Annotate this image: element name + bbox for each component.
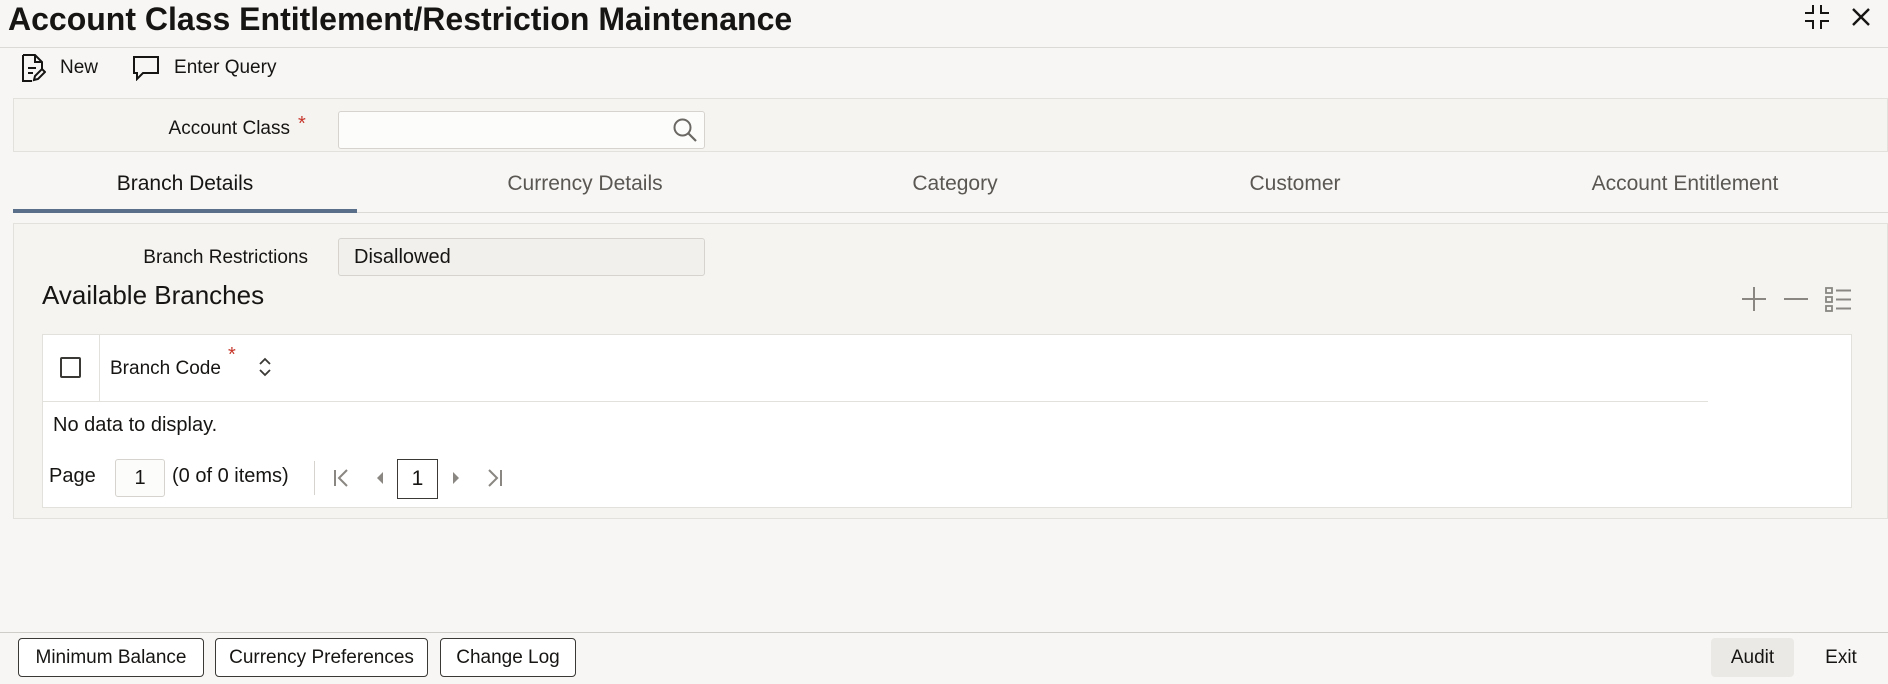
new-button-label: New bbox=[60, 57, 99, 78]
table-header-row bbox=[42, 334, 1708, 402]
minimum-balance-button[interactable]: Minimum Balance bbox=[18, 638, 204, 677]
chevron-left-icon bbox=[377, 472, 383, 484]
branch-restrictions-field[interactable]: Disallowed bbox=[338, 238, 705, 276]
active-tab-indicator bbox=[13, 209, 357, 213]
account-class-search-button[interactable] bbox=[671, 116, 699, 144]
currency-preferences-button[interactable]: Currency Preferences bbox=[215, 638, 428, 677]
last-page-button[interactable] bbox=[482, 466, 506, 490]
minus-icon bbox=[1784, 298, 1808, 300]
title-divider bbox=[0, 47, 1888, 48]
first-page-icon bbox=[334, 469, 348, 487]
item-count: (0 of 0 items) bbox=[172, 465, 289, 487]
chevron-right-icon bbox=[453, 472, 459, 484]
single-record-view-button[interactable] bbox=[1824, 284, 1852, 314]
sort-icon bbox=[259, 357, 271, 377]
tab-branch-details[interactable]: Branch Details bbox=[13, 172, 357, 210]
delete-row-button[interactable] bbox=[1782, 284, 1810, 314]
list-view-icon bbox=[1825, 287, 1851, 312]
exit-button[interactable]: Exit bbox=[1800, 638, 1882, 677]
required-marker: * bbox=[298, 113, 306, 135]
column-header-branch-code[interactable]: Branch Code bbox=[110, 358, 221, 380]
page-number-input[interactable]: 1 bbox=[115, 459, 165, 497]
window-controls bbox=[1802, 2, 1876, 32]
collapse-button[interactable] bbox=[1802, 2, 1832, 32]
required-marker: * bbox=[228, 344, 236, 366]
audit-button[interactable]: Audit bbox=[1711, 638, 1794, 677]
search-icon bbox=[673, 118, 697, 142]
tab-currency-details[interactable]: Currency Details bbox=[460, 172, 710, 210]
close-button[interactable] bbox=[1846, 2, 1876, 32]
plus-icon bbox=[1742, 287, 1766, 311]
branch-restrictions-label: Branch Restrictions bbox=[143, 247, 308, 268]
header-column-divider bbox=[99, 334, 100, 402]
page-title: Account Class Entitlement/Restriction Ma… bbox=[8, 1, 793, 37]
pagination-divider bbox=[314, 461, 315, 495]
account-class-label: Account Class bbox=[168, 118, 290, 139]
tab-category[interactable]: Category bbox=[850, 172, 1060, 210]
previous-page-button[interactable] bbox=[368, 466, 392, 490]
select-all-checkbox[interactable] bbox=[60, 357, 81, 378]
next-page-button[interactable] bbox=[444, 466, 468, 490]
header-panel bbox=[13, 98, 1888, 152]
tab-customer[interactable]: Customer bbox=[1190, 172, 1400, 210]
available-branches-title: Available Branches bbox=[42, 280, 265, 310]
tab-account-entitlement[interactable]: Account Entitlement bbox=[1560, 172, 1810, 210]
collapse-icon bbox=[1805, 5, 1829, 29]
new-document-icon bbox=[22, 54, 46, 82]
add-row-button[interactable] bbox=[1740, 284, 1768, 314]
enter-query-button[interactable]: Enter Query bbox=[132, 55, 276, 81]
new-button[interactable]: New bbox=[20, 53, 98, 83]
sort-button[interactable] bbox=[257, 355, 273, 379]
empty-table-message: No data to display. bbox=[53, 414, 218, 436]
toolbar: New Enter Query bbox=[20, 50, 276, 86]
footer-divider bbox=[0, 632, 1888, 633]
first-page-button[interactable] bbox=[330, 466, 354, 490]
enter-query-label: Enter Query bbox=[174, 57, 277, 78]
change-log-button[interactable]: Change Log bbox=[440, 638, 576, 677]
close-icon bbox=[1852, 8, 1870, 26]
page-label: Page bbox=[49, 465, 96, 487]
current-page-button[interactable]: 1 bbox=[397, 459, 438, 499]
last-page-icon bbox=[488, 469, 502, 487]
comment-icon bbox=[133, 56, 160, 81]
grid-actions bbox=[1740, 284, 1852, 314]
account-class-input[interactable] bbox=[338, 111, 705, 149]
